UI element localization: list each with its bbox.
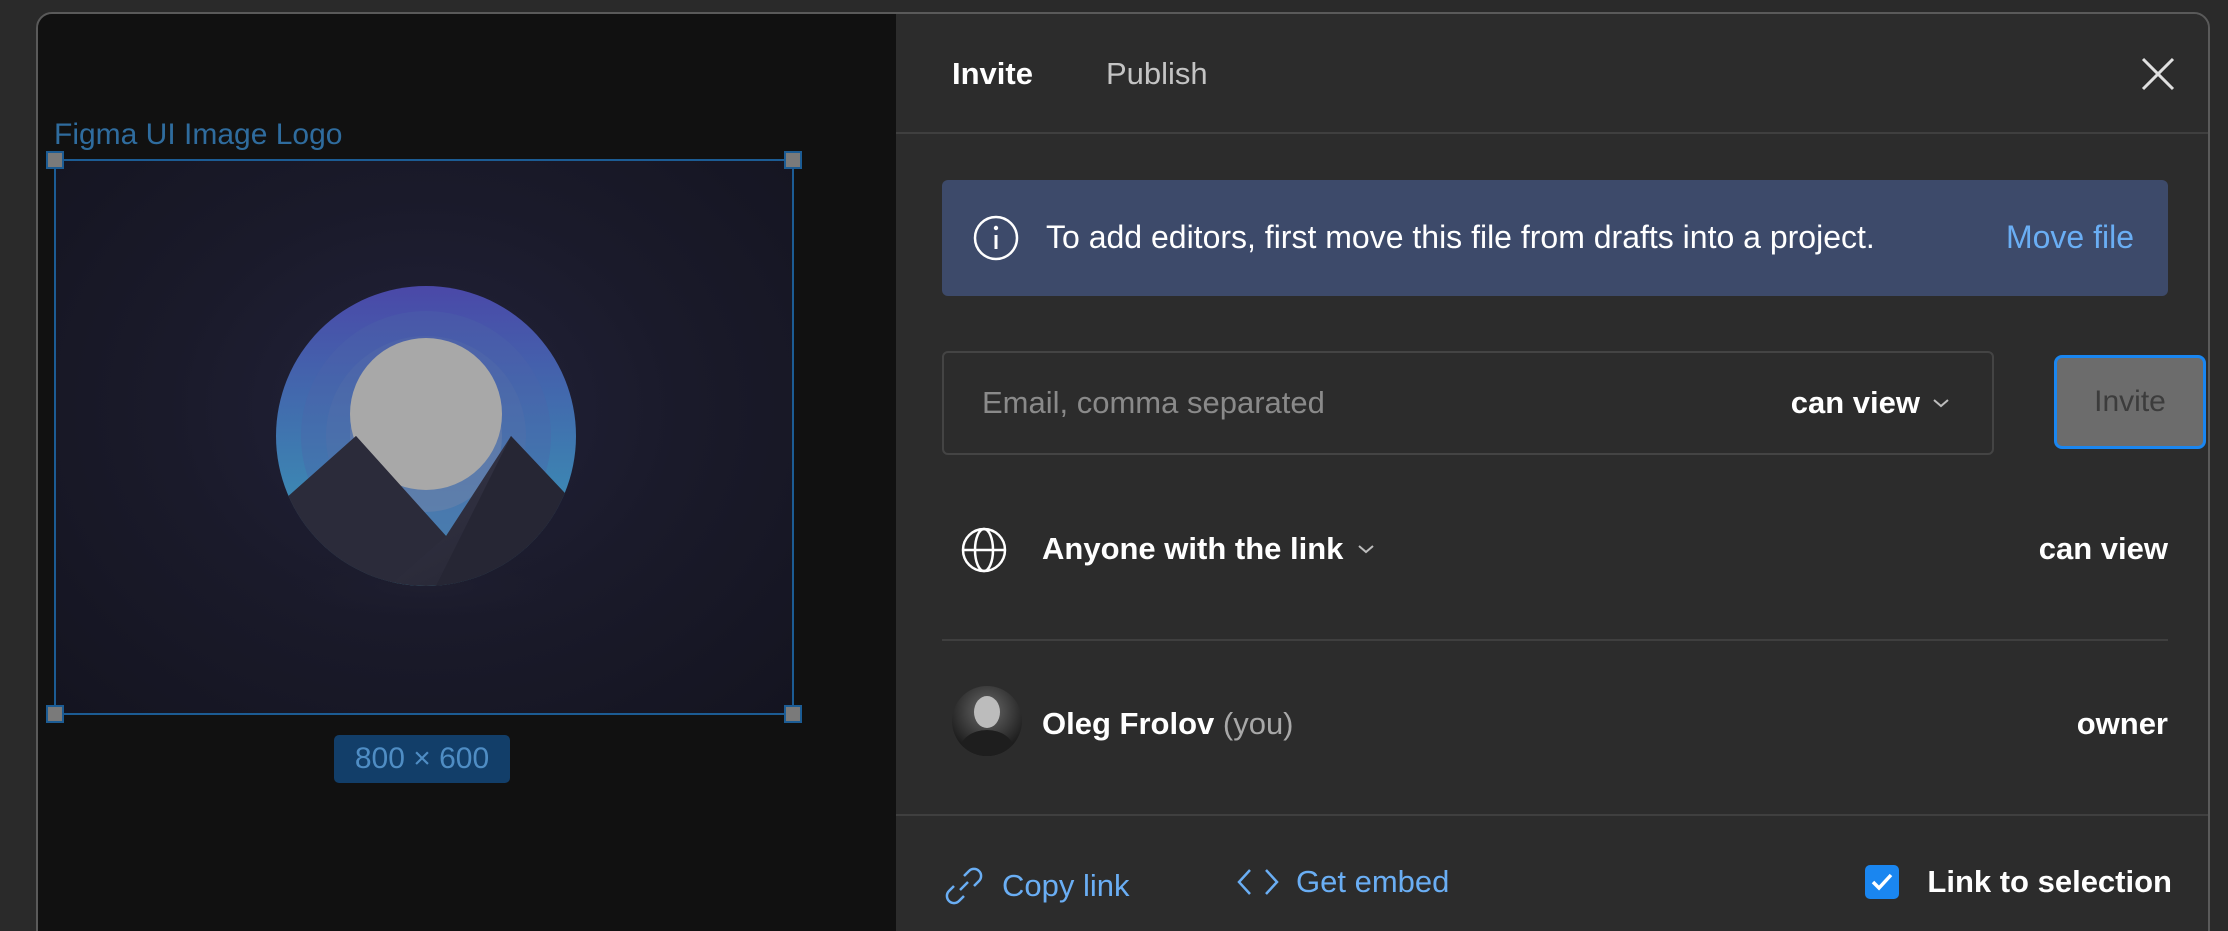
invite-button[interactable]: Invite [2054,355,2206,449]
member-name: Oleg Frolov (you) [1042,706,1294,742]
link-access-row: Anyone with the link can view [942,514,2208,584]
canvas-preview: Figma UI Image Logo 800 × 600 [38,14,896,931]
copy-link-label: Copy link [1002,868,1130,903]
link-access-dropdown[interactable]: Anyone with the link [1042,531,1375,567]
member-role: owner [2076,706,2168,741]
resize-handle-top-left[interactable] [46,151,64,169]
tab-bar: Invite Publish [896,14,2208,134]
link-to-selection-label: Link to selection [1927,864,2172,899]
link-icon [945,867,983,905]
selected-frame[interactable] [46,151,802,723]
get-embed-button[interactable]: Get embed [1236,864,1449,900]
code-icon [1237,869,1279,895]
move-file-link[interactable]: Move file [2006,219,2134,256]
invite-permission-label: can view [1790,385,1920,420]
checkmark-icon [1872,873,1893,891]
chevron-down-icon [1933,399,1949,408]
email-input[interactable] [944,353,1724,453]
avatar-body [960,730,1014,756]
info-icon [973,215,1019,261]
share-footer: Copy link Get embed Link to selection [896,814,2208,931]
close-icon [2141,57,2175,91]
close-button[interactable] [2134,50,2182,98]
tab-publish[interactable]: Publish [1106,56,1208,92]
member-you-suffix: (you) [1222,706,1294,741]
member-name-text: Oleg Frolov [1042,706,1215,741]
frame-size-badge: 800 × 600 [334,735,510,783]
share-dialog: Figma UI Image Logo 800 × 600 Invite Pub… [36,12,2210,931]
link-access-label: Anyone with the link [1042,531,1344,566]
chevron-down-icon [1358,545,1375,554]
tab-invite[interactable]: Invite [952,56,1033,92]
drafts-info-banner: To add editors, first move this file fro… [942,180,2168,296]
resize-handle-bottom-left[interactable] [46,705,64,723]
link-to-selection-toggle[interactable]: Link to selection [1865,864,2172,900]
member-row: Oleg Frolov (you) owner [942,686,2208,760]
frame-label[interactable]: Figma UI Image Logo [54,118,342,152]
link-access-permission[interactable]: can view [2039,531,2168,567]
divider [942,639,2168,641]
globe-icon [961,527,1007,573]
resize-handle-bottom-right[interactable] [784,705,802,723]
copy-link-button[interactable]: Copy link [942,864,1130,908]
link-to-selection-checkbox[interactable] [1865,865,1900,899]
avatar-face [974,696,1000,728]
banner-message: To add editors, first move this file fro… [1046,219,1875,255]
resize-handle-top-right[interactable] [784,151,802,169]
avatar [952,686,1022,756]
get-embed-label: Get embed [1296,864,1450,899]
share-panel: Invite Publish To add editors, first mov… [896,14,2208,931]
invite-permission-dropdown[interactable]: can view [1791,385,1950,421]
invite-input-group: can view [942,351,1994,455]
mountain-sun-logo-icon [276,286,576,616]
